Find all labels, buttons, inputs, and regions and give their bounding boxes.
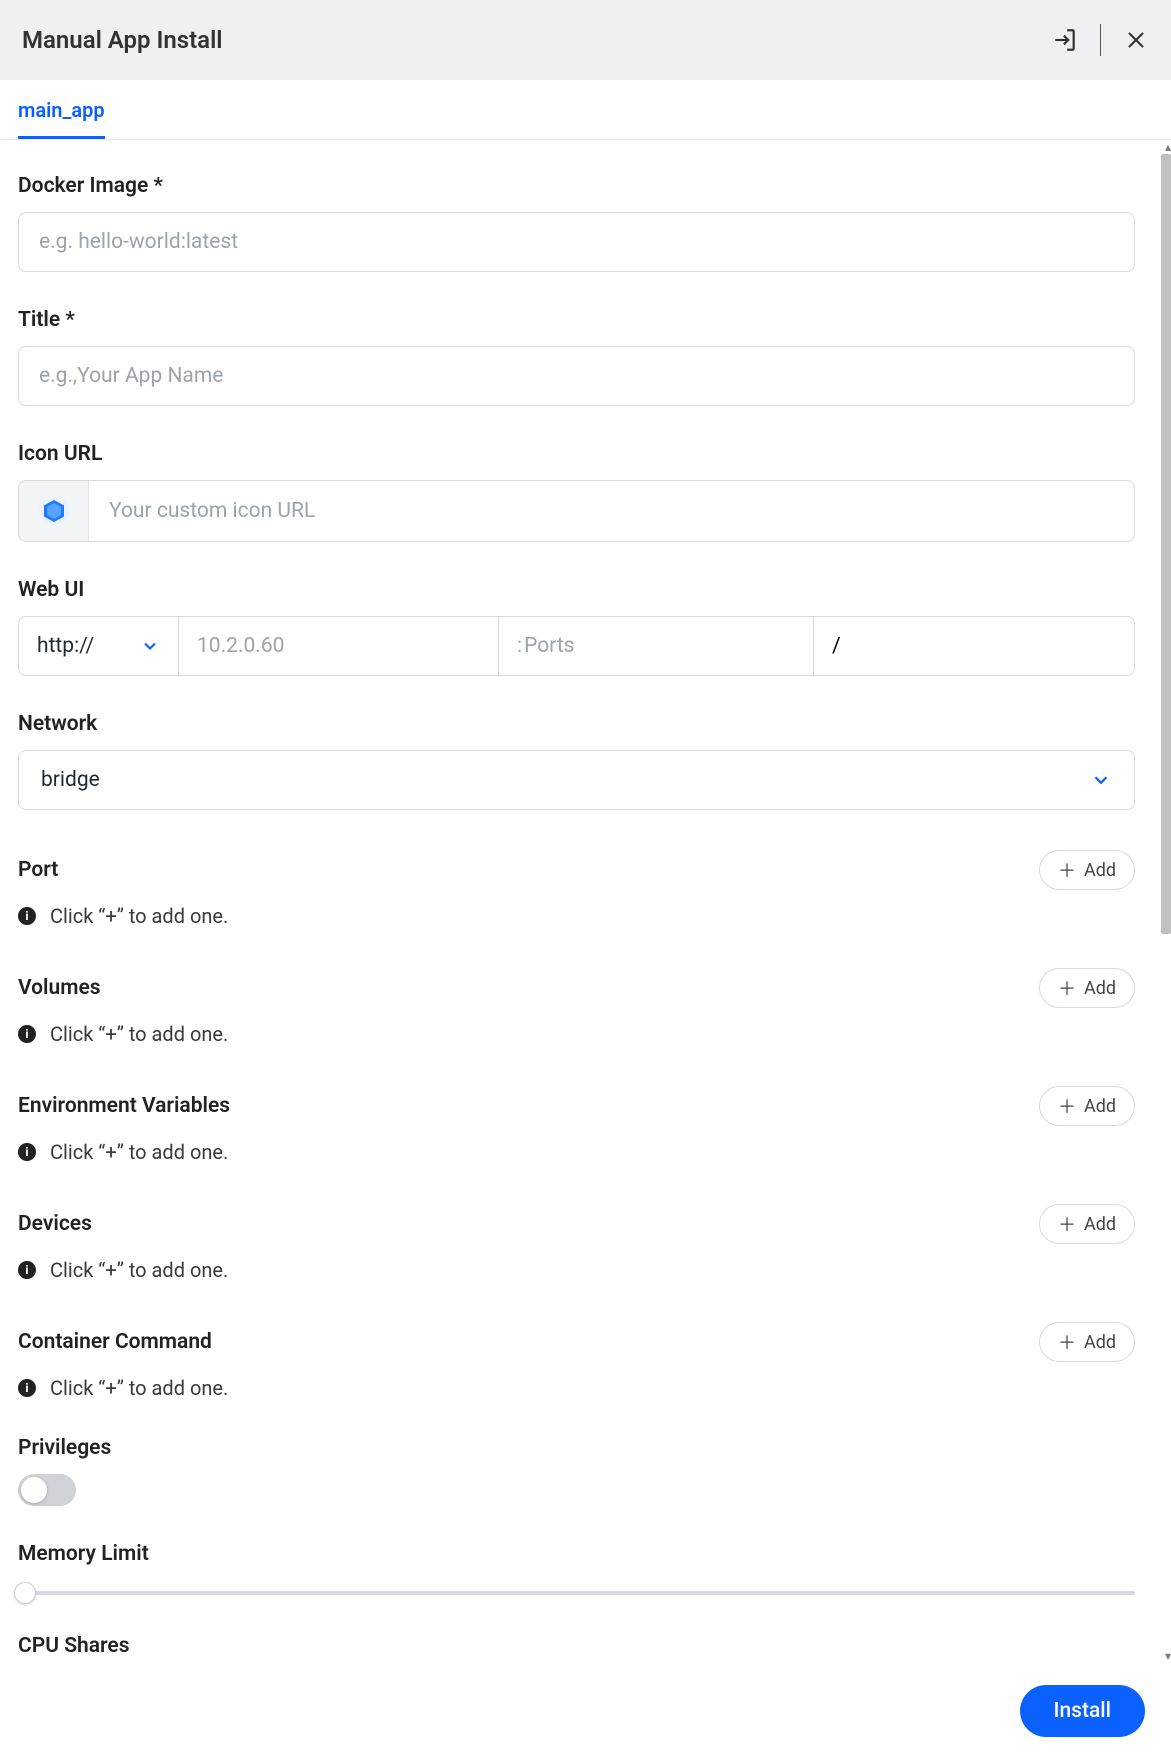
label-privileges: Privileges (18, 1436, 1135, 1460)
label-devices: Devices (18, 1212, 92, 1236)
hint-port: i Click “+” to add one. (18, 904, 1135, 928)
plus-icon: ＋ (1058, 1211, 1076, 1237)
hint-volumes-text: Click “+” to add one. (50, 1022, 228, 1046)
info-icon: i (18, 1143, 36, 1161)
install-button[interactable]: Install (1020, 1685, 1145, 1737)
web-ui-host-cell (179, 617, 499, 675)
add-device-button[interactable]: ＋ Add (1039, 1204, 1135, 1244)
slider-track (18, 1591, 1135, 1595)
memory-slider[interactable] (18, 1580, 1135, 1606)
hint-volumes: i Click “+” to add one. (18, 1022, 1135, 1046)
info-icon: i (18, 907, 36, 925)
hint-cmd-text: Click “+” to add one. (50, 1376, 228, 1400)
section-volumes: Volumes ＋ Add (18, 968, 1135, 1008)
dialog-footer: Install (0, 1661, 1171, 1761)
network-select[interactable]: bridge (18, 750, 1135, 810)
plus-icon: ＋ (1058, 1093, 1076, 1119)
dialog-header: Manual App Install (0, 0, 1171, 80)
network-value: bridge (41, 768, 100, 792)
label-memory: Memory Limit (18, 1542, 1135, 1566)
label-web-ui: Web UI (18, 578, 1135, 602)
add-cmd-button[interactable]: ＋ Add (1039, 1322, 1135, 1362)
info-icon: i (18, 1261, 36, 1279)
icon-url-row (18, 480, 1135, 542)
port-colon: : (517, 634, 522, 658)
label-icon-url: Icon URL (18, 442, 1135, 466)
form-scroll-area: Docker Image * Title * Icon URL Web UI (0, 140, 1171, 1663)
icon-preview (19, 481, 89, 541)
hint-devices-text: Click “+” to add one. (50, 1258, 228, 1282)
chevron-down-icon (1090, 769, 1112, 791)
slider-knob[interactable] (14, 1582, 36, 1604)
scrollbar-thumb[interactable] (1161, 154, 1171, 934)
label-docker-image: Docker Image * (18, 174, 1135, 198)
section-cmd: Container Command ＋ Add (18, 1322, 1135, 1362)
section-devices: Devices ＋ Add (18, 1204, 1135, 1244)
label-title: Title * (18, 308, 1135, 332)
section-port: Port ＋ Add (18, 850, 1135, 890)
web-ui-port-input[interactable] (524, 634, 795, 658)
hint-cmd: i Click “+” to add one. (18, 1376, 1135, 1400)
web-ui-path-input[interactable] (832, 634, 1116, 658)
add-device-label: Add (1084, 1214, 1116, 1235)
plus-icon: ＋ (1058, 1329, 1076, 1355)
tabs: main_app (0, 80, 1171, 140)
web-ui-protocol-value: http:// (37, 634, 94, 658)
info-icon: i (18, 1379, 36, 1397)
label-cpu: CPU Shares (18, 1634, 1135, 1658)
icon-url-input[interactable] (89, 481, 1134, 541)
privileges-toggle[interactable] (18, 1474, 76, 1506)
label-port: Port (18, 858, 58, 882)
dialog-title: Manual App Install (22, 26, 223, 54)
title-input[interactable] (18, 346, 1135, 406)
hint-env-text: Click “+” to add one. (50, 1140, 228, 1164)
scrollbar-up-arrow[interactable]: ▴ (1165, 140, 1171, 154)
header-actions (1052, 24, 1149, 56)
hint-env: i Click “+” to add one. (18, 1140, 1135, 1164)
header-separator (1100, 24, 1101, 56)
web-ui-path-cell (814, 617, 1134, 675)
scrollbar[interactable]: ▴ ▾ (1161, 140, 1171, 1663)
install-form: Docker Image * Title * Icon URL Web UI (18, 140, 1153, 1663)
web-ui-port-cell: : (499, 617, 814, 675)
label-volumes: Volumes (18, 976, 101, 1000)
import-icon[interactable] (1052, 27, 1078, 53)
docker-image-input[interactable] (18, 212, 1135, 272)
label-network: Network (18, 712, 1135, 736)
hint-port-text: Click “+” to add one. (50, 904, 228, 928)
add-port-label: Add (1084, 860, 1116, 881)
tab-main-app[interactable]: main_app (18, 80, 105, 139)
web-ui-row: http:// : (18, 616, 1135, 676)
add-env-label: Add (1084, 1096, 1116, 1117)
label-cmd: Container Command (18, 1330, 212, 1354)
plus-icon: ＋ (1058, 975, 1076, 1001)
toggle-knob (21, 1477, 47, 1503)
section-env: Environment Variables ＋ Add (18, 1086, 1135, 1126)
add-volume-label: Add (1084, 978, 1116, 999)
chevron-down-icon (140, 636, 160, 656)
add-port-button[interactable]: ＋ Add (1039, 850, 1135, 890)
info-icon: i (18, 1025, 36, 1043)
hint-devices: i Click “+” to add one. (18, 1258, 1135, 1282)
add-volume-button[interactable]: ＋ Add (1039, 968, 1135, 1008)
add-cmd-label: Add (1084, 1332, 1116, 1353)
close-icon[interactable] (1123, 27, 1149, 53)
label-env: Environment Variables (18, 1094, 230, 1118)
plus-icon: ＋ (1058, 857, 1076, 883)
web-ui-host-input[interactable] (197, 634, 480, 658)
add-env-button[interactable]: ＋ Add (1039, 1086, 1135, 1126)
web-ui-protocol-select[interactable]: http:// (19, 617, 179, 675)
